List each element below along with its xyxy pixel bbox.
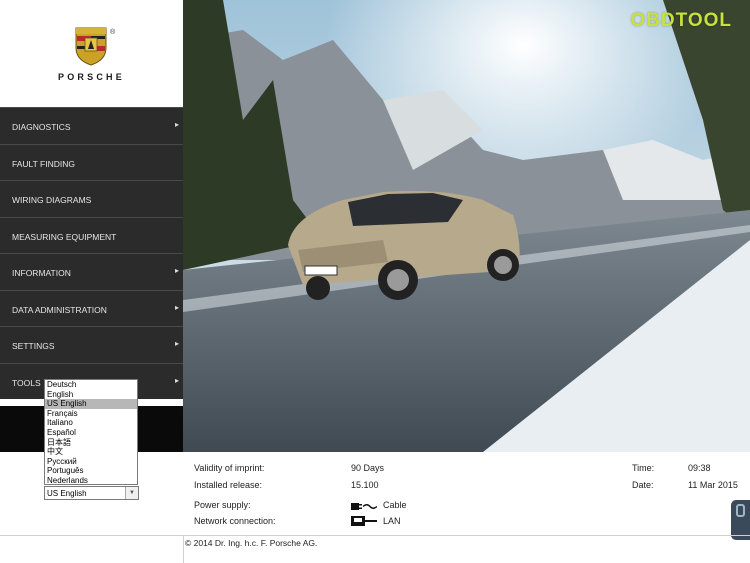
release-value: 15.100 [351,480,379,490]
nav-item-wiring-diagrams[interactable]: WIRING DIAGRAMS [0,180,183,217]
chevron-right-icon: ▸ [174,302,179,312]
nav-item-label: DIAGNOSTICS [12,122,71,132]
language-option[interactable]: 日本語 [45,438,137,448]
power-supply-value: Cable [383,500,407,510]
power-supply-label: Power supply: [194,500,251,510]
language-dropdown-list[interactable]: Deutsch English US English Français Ital… [44,379,138,485]
hero-scene [183,0,750,452]
network-value: LAN [383,516,401,526]
chevron-right-icon: ▸ [174,120,179,129]
language-option[interactable]: Deutsch [45,380,137,390]
language-option[interactable]: Español [45,428,137,438]
chevron-right-icon: ▸ [174,266,179,275]
lan-connector-icon [351,516,377,526]
logo-panel: ® PORSCHE [0,0,183,107]
nav-item-fault-finding[interactable]: FAULT FINDING [0,143,183,180]
nav-item-settings[interactable]: SETTINGS ▸ [0,326,183,363]
validity-value: 90 Days [351,463,385,473]
chevron-right-icon: ▸ [174,339,179,348]
language-option[interactable]: 中文 [45,447,137,457]
language-option[interactable]: Português [45,466,137,476]
language-select[interactable]: US English ▼ [44,486,139,500]
nav-item-data-administration[interactable]: DATA ADMINISTRATION ▸ [0,289,183,326]
side-panel-tab[interactable] [731,500,750,540]
network-label: Network connection: [194,516,276,526]
validity-label: Validity of imprint: [194,463,265,473]
status-info-panel: Validity of imprint: 90 Days Installed r… [183,452,750,535]
time-label: Time: [632,463,655,473]
device-icon [736,504,745,517]
time-value: 09:38 [688,463,711,473]
nav-item-label: MEASURING EQUIPMENT [12,231,117,242]
language-select-value: US English [47,489,87,498]
nav-item-label: INFORMATION [12,268,71,278]
hero-image: OBDTOOL [183,0,750,452]
porsche-wordmark: PORSCHE [58,72,125,82]
nav-item-measuring-equipment[interactable]: MEASURING EQUIPMENT [0,216,183,253]
language-option-selected[interactable]: US English [45,399,137,409]
porsche-crest-icon [75,27,107,66]
footer-divider [0,535,750,536]
power-cable-icon [351,503,377,510]
registered-mark: ® [110,29,116,36]
nav-item-label: SETTINGS [12,341,55,351]
nav-item-label: WIRING DIAGRAMS [12,195,92,205]
release-label: Installed release: [194,480,263,490]
chevron-right-icon: ▸ [174,375,179,385]
language-option[interactable]: Nederlands [45,476,137,486]
date-label: Date: [632,480,654,490]
nav-item-diagnostics[interactable]: DIAGNOSTICS ▸ [0,107,183,144]
language-option[interactable]: English [45,390,137,400]
language-option[interactable]: Русский [45,457,137,467]
main-nav: DIAGNOSTICS ▸ FAULT FINDING WIRING DIAGR… [0,107,183,399]
nav-item-label: FAULT FINDING [12,158,75,169]
copyright-text: © 2014 Dr. Ing. h.c. F. Porsche AG. [185,538,318,548]
chevron-down-icon[interactable]: ▼ [125,487,138,499]
nav-item-label: TOOLS [12,377,41,388]
nav-item-information[interactable]: INFORMATION ▸ [0,253,183,290]
language-option[interactable]: Italiano [45,418,137,428]
date-value: 11 Mar 2015 [688,480,738,490]
nav-item-label: DATA ADMINISTRATION [12,304,107,315]
obdtool-watermark: OBDTOOL [630,10,732,31]
language-option[interactable]: Français [45,409,137,419]
